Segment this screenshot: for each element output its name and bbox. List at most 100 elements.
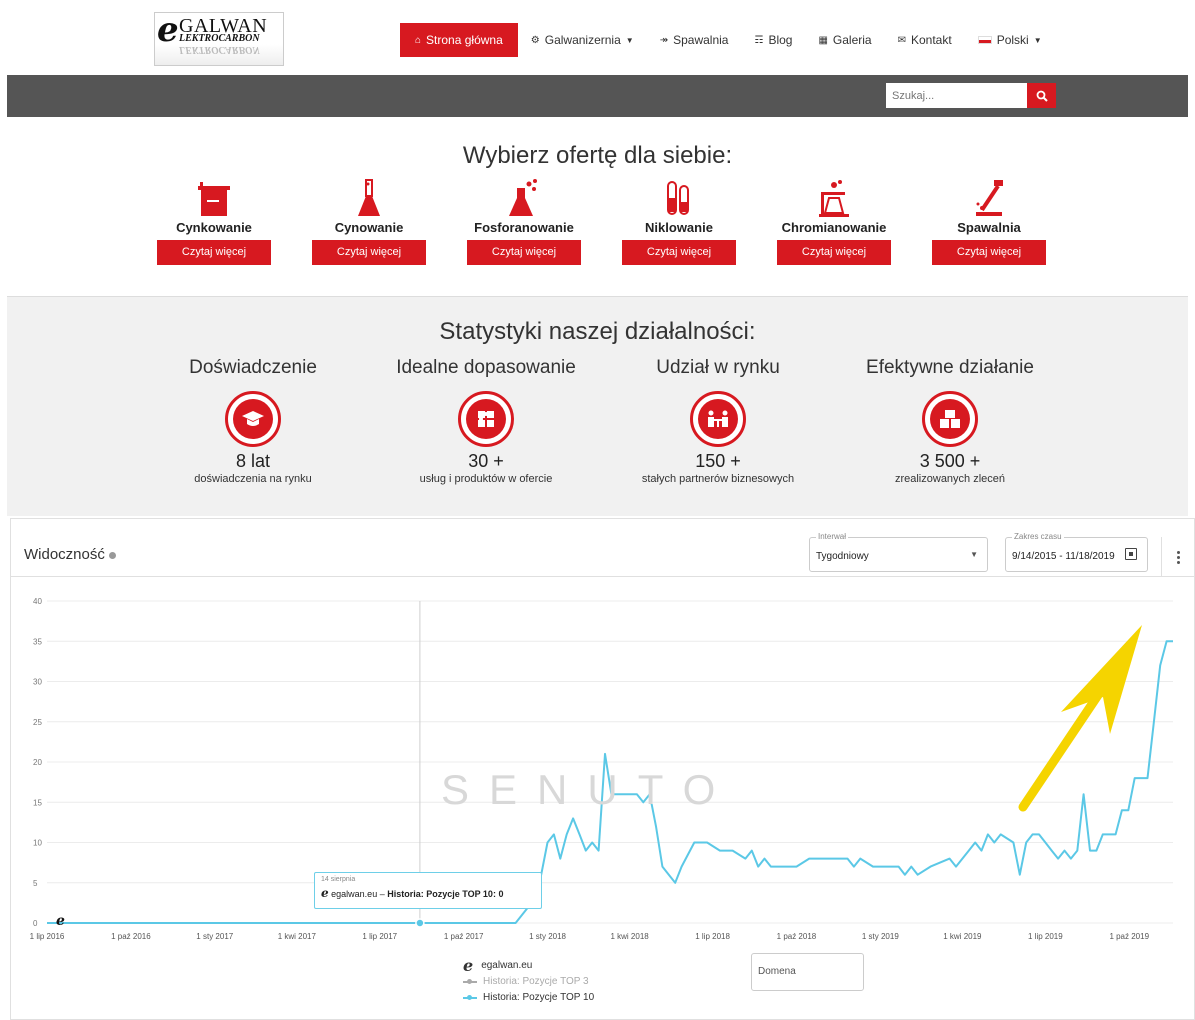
stat-head: Udział w rynku [656,357,780,378]
nav-language[interactable]: Polski ▼ [965,23,1055,57]
flask-icon [312,176,426,218]
y-tick-label: 35 [33,637,42,646]
x-tick-label: 1 kwi 2019 [943,932,982,941]
logo[interactable]: e GALWAN LEKTROCARBON LEKTROCARBON [154,12,284,66]
read-more-button[interactable]: Czytaj więcej [467,240,581,265]
stat-experience: Doświadczenie 8 lat doświadczenia na ryn… [133,357,373,485]
x-tick-label: 1 lip 2019 [1028,932,1063,941]
offer-chromianowanie: Chromianowanie Czytaj więcej [777,176,891,265]
logo-bottom-text: LEKTROCARBON [179,33,260,44]
stat-circle [225,391,281,447]
welder-icon [932,176,1046,218]
nav-galeria[interactable]: ▦ Galeria [805,23,884,57]
nav-galwanizernia[interactable]: ⚙ Galwanizernia ▼ [518,23,647,57]
legend-domain-label: egalwan.eu [481,959,533,971]
offer-name: Cynkowanie [176,220,252,235]
x-tick-label: 1 paź 2016 [111,932,151,941]
stat-desc: doświadczenia na rynku [194,473,312,485]
stat-value: 30 + [468,451,504,471]
logo-letter: e [157,10,179,50]
tooltip-date: 14 sierpnia [321,876,356,883]
domain-input[interactable]: Domena [751,953,864,991]
search-bar [7,75,1188,117]
test-tubes-icon [622,176,736,218]
stat-efficiency: Efektywne działanie 3 500 + zrealizowany… [830,357,1070,485]
nav-label: Polski [996,33,1029,47]
nav-label: Galeria [832,33,872,47]
tooltip-line: e egalwan.eu – Historia: Pozycje TOP 10:… [321,886,504,900]
legend-item-top10[interactable]: Historia: Pozycje TOP 10 [463,989,594,1005]
x-tick-label: 1 kwi 2018 [610,932,649,941]
x-tick-label: 1 sty 2018 [529,932,566,941]
y-tick-label: 10 [33,839,42,848]
stats-title: Statystyki naszej działalności: [439,318,756,345]
y-tick-label: 0 [33,919,38,928]
chart-tooltip: 14 sierpnia e egalwan.eu – Historia: Poz… [314,872,542,909]
senuto-watermark: SENUTO [441,766,736,813]
stat-market-share: Udział w rynku 150 + stałych partnerów b… [598,357,838,485]
domain-logo-icon: e [463,955,474,975]
read-more-button[interactable]: Czytaj więcej [932,240,1046,265]
offer-name: Niklowanie [645,220,713,235]
x-tick-label: 1 paź 2017 [444,932,484,941]
stat-head: Idealne dopasowanie [396,357,576,378]
nav-spawalnia[interactable]: ↠ Spawalnia [647,23,742,57]
hover-point [415,918,425,928]
search-input[interactable] [886,83,1027,108]
x-tick-label: 1 sty 2017 [196,932,233,941]
site-header: e GALWAN LEKTROCARBON LEKTROCARBON ⌂ Str… [7,0,1188,75]
nav-label: Kontakt [911,33,952,47]
stat-circle [690,391,746,447]
erlenmeyer-icon [467,176,581,218]
read-more-button[interactable]: Czytaj więcej [622,240,736,265]
offer-fosforanowanie: Fosforanowanie Czytaj więcej [467,176,581,265]
read-more-button[interactable]: Czytaj więcej [777,240,891,265]
stat-fit: Idealne dopasowanie 30 + usług i produkt… [366,357,606,485]
x-tick-label: 1 lip 2016 [30,932,65,941]
read-more-button[interactable]: Czytaj więcej [312,240,426,265]
visibility-panel: Widoczność Interwał Tygodniowy ▼ Zakres … [10,518,1195,1020]
y-tick-label: 30 [33,678,42,687]
nav-home[interactable]: ⌂ Strona główna [400,23,518,57]
legend-item-top3[interactable]: Historia: Pozycje TOP 3 [463,973,594,989]
offer-cynowanie: Cynowanie Czytaj więcej [312,176,426,265]
nav-label: Strona główna [426,33,503,47]
nav-blog[interactable]: ☶ Blog [741,23,805,57]
partners-icon [698,399,738,439]
legend-domain: e egalwan.eu [463,955,594,975]
search-icon [1036,90,1048,102]
stat-circle [922,391,978,447]
offer-name: Spawalnia [957,220,1021,235]
tank-icon [157,176,271,218]
offer-name: Chromianowanie [781,220,887,235]
offer-cynkowanie: Cynkowanie Czytaj więcej [157,176,271,265]
y-tick-label: 25 [33,718,42,727]
x-tick-label: 1 paź 2018 [777,932,817,941]
nav-label: Blog [768,33,793,47]
visibility-chart: 0 5 10 15 20 25 30 35 40 1 lip 2016 1 paź 2016 1 st… [30,597,1173,941]
caret-down-icon: ▼ [1033,35,1042,45]
nav-kontakt[interactable]: ✉ Kontakt [885,23,965,57]
read-more-button[interactable]: Czytaj więcej [157,240,271,265]
x-tick-label: 1 lip 2017 [362,932,397,941]
flag-pl-icon [977,36,992,44]
chart-legend: e egalwan.eu Historia: Pozycje TOP 3 His… [463,955,594,1005]
x-tick-label: 1 paź 2019 [1109,932,1149,941]
y-tick-label: 5 [33,879,38,888]
envelope-icon: ✉ [897,34,906,46]
puzzle-icon [466,399,506,439]
nav-label: Galwanizernia [544,33,621,47]
search-button[interactable] [1027,83,1056,108]
legend-label: Historia: Pozycje TOP 3 [483,975,589,987]
stat-value: 3 500 + [919,451,981,471]
welding-icon: ↠ [659,34,669,46]
stat-desc: zrealizowanych zleceń [894,473,1006,485]
stat-head: Doświadczenie [189,357,317,378]
tooltip-series: Historia: Pozycje TOP 10 [387,889,493,899]
main-nav: ⌂ Strona główna ⚙ Galwanizernia ▼ ↠ Spaw… [400,23,1055,57]
x-tick-label: 1 kwi 2017 [278,932,317,941]
domain-logo-icon: e [56,913,65,929]
logo-mirror-text: LEKTROCARBON [179,44,260,55]
gallery-icon: ▦ [818,34,828,46]
blog-icon: ☶ [754,34,764,46]
